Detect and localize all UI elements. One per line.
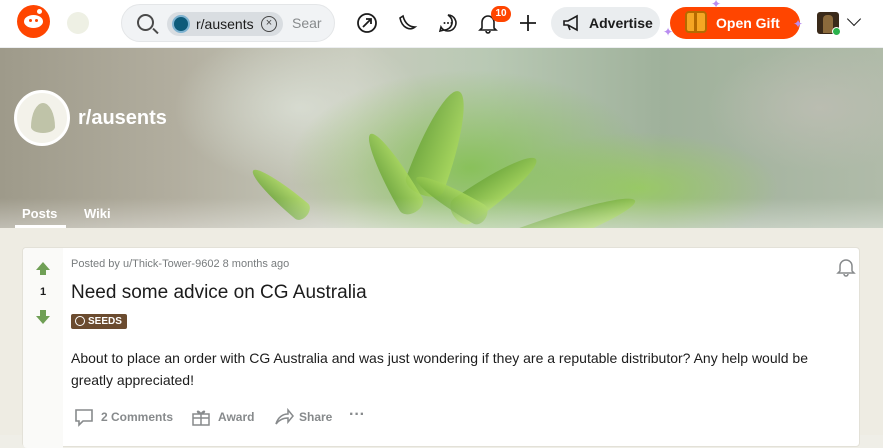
community-leaf-icon[interactable] [67, 12, 89, 34]
award-label: Award [218, 410, 255, 424]
more-options-button[interactable]: ··· [349, 406, 373, 428]
chat-icon[interactable] [437, 12, 459, 34]
search-bar[interactable]: r/ausents × Sear [121, 4, 335, 42]
post-card[interactable]: 1 Posted by u/Thick-Tower-9602 8 months … [22, 247, 860, 448]
vote-column: 1 [23, 248, 63, 448]
reddit-logo-icon[interactable] [17, 5, 50, 38]
post-meta[interactable]: Posted by u/Thick-Tower-9602 8 months ag… [71, 258, 289, 270]
search-input[interactable]: Sear [292, 15, 322, 31]
more-options-icon: ··· [349, 406, 365, 423]
post-body: About to place an order with CG Australi… [71, 350, 808, 388]
comments-label: 2 Comments [101, 410, 174, 424]
community-avatar-icon [172, 15, 190, 33]
upvote-arrow-icon[interactable] [36, 262, 50, 275]
post-flair[interactable]: SEEDS [71, 314, 127, 329]
comments-button[interactable]: 2 Comments [73, 406, 173, 428]
community-banner: r/ausents Posts Wiki [0, 48, 883, 228]
treasure-chest-icon [685, 11, 707, 33]
gift-box-icon [192, 410, 210, 426]
banana-icon[interactable] [396, 12, 418, 34]
search-community-chip[interactable]: r/ausents × [167, 12, 283, 36]
popular-arrow-icon[interactable] [356, 12, 378, 34]
share-label: Share [299, 410, 333, 424]
chip-remove-icon[interactable]: × [261, 16, 277, 32]
tab-posts[interactable]: Posts [22, 206, 57, 221]
open-gift-label: Open Gift [716, 15, 780, 31]
seed-icon [75, 316, 85, 326]
comment-icon [75, 409, 93, 427]
chevron-down-icon[interactable] [846, 11, 862, 27]
advertise-button[interactable]: Advertise [551, 7, 660, 39]
vote-score: 1 [39, 286, 47, 298]
post-title[interactable]: Need some advice on CG Australia [71, 282, 367, 304]
share-arrow-icon [275, 407, 294, 425]
flair-label: SEEDS [88, 316, 122, 327]
share-button[interactable]: Share [273, 406, 343, 428]
sparkle-icon: ✦ [711, 0, 722, 11]
downvote-arrow-icon[interactable] [36, 310, 50, 324]
search-icon [137, 14, 154, 31]
community-icon[interactable] [14, 90, 70, 146]
follow-post-bell-icon[interactable] [836, 257, 856, 277]
sparkle-icon: ✦ [793, 17, 804, 31]
award-button[interactable]: Award [190, 406, 260, 428]
online-status-dot [832, 27, 841, 36]
search-chip-label: r/ausents [196, 16, 254, 32]
tab-wiki[interactable]: Wiki [84, 206, 111, 221]
community-title: r/ausents [78, 107, 167, 129]
top-navigation-bar: r/ausents × Sear 10 Advertise Open Gift … [0, 0, 883, 48]
create-post-plus-icon[interactable] [517, 12, 539, 34]
advertise-label: Advertise [589, 15, 653, 31]
megaphone-icon [563, 14, 578, 32]
sparkle-icon: ✦ [663, 25, 674, 39]
notification-count-badge: 10 [491, 6, 511, 22]
open-gift-button[interactable]: Open Gift [670, 7, 800, 39]
